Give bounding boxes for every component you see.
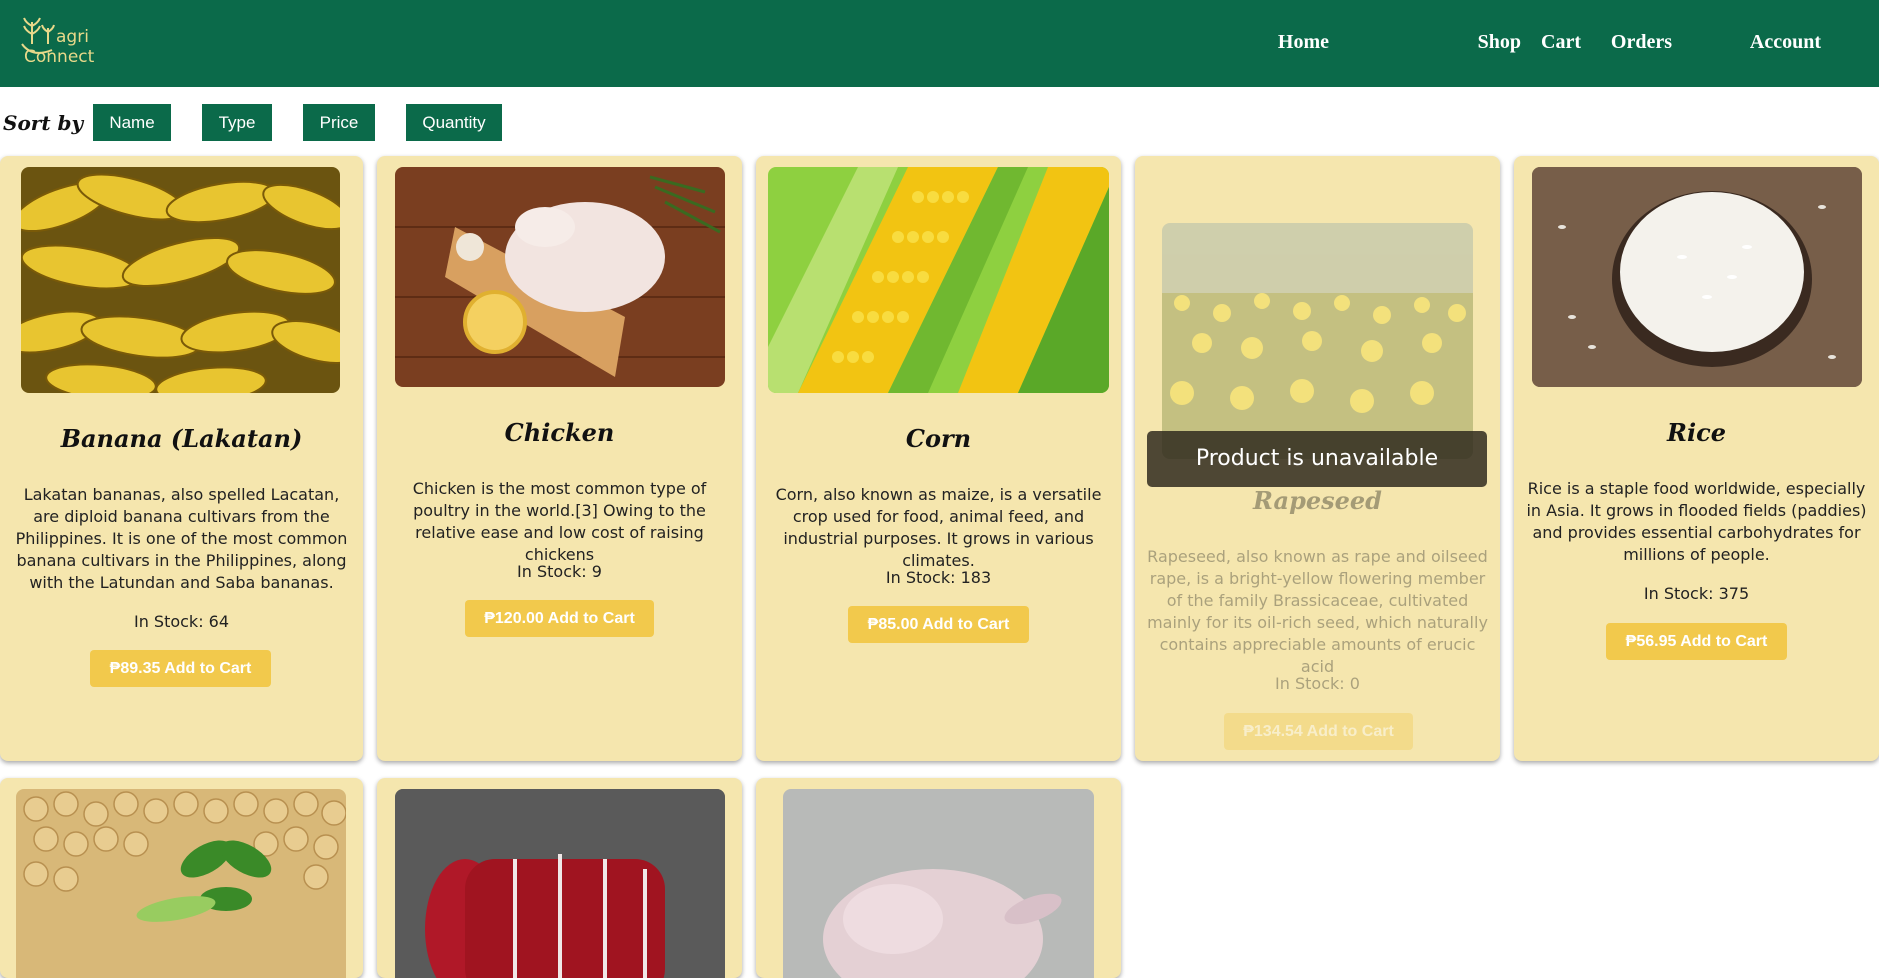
product-image-rapeseed xyxy=(1162,223,1473,459)
svg-text:agri: agri xyxy=(56,27,89,47)
product-name: Rapeseed xyxy=(1253,486,1382,515)
sort-by-type-button[interactable]: Type xyxy=(202,104,272,141)
sort-bar: Sort by Name Type Price Quantity xyxy=(0,104,600,142)
add-to-cart-button[interactable]: ₱56.95 Add to Cart xyxy=(1606,623,1787,660)
product-description: Lakatan bananas, also spelled Lacatan, a… xyxy=(15,485,348,592)
sort-by-name-button[interactable]: Name xyxy=(93,104,171,141)
product-image-corn xyxy=(768,167,1109,393)
nav-shop[interactable]: Shop xyxy=(1478,31,1521,54)
sort-by-price-button[interactable]: Price xyxy=(303,104,375,141)
product-card-chicken: Chicken Chicken is the most common type … xyxy=(377,156,742,761)
sort-by-quantity-button[interactable]: Quantity xyxy=(406,104,502,141)
product-description: Chicken is the most common type of poult… xyxy=(412,479,707,564)
product-stock: In Stock: 375 xyxy=(1643,584,1750,603)
nav-cart[interactable]: Cart xyxy=(1541,31,1581,54)
product-description: Rapeseed, also known as rape and oilseed… xyxy=(1147,547,1488,676)
nav-orders[interactable]: Orders xyxy=(1611,31,1672,54)
product-description: Corn, also known as maize, is a versatil… xyxy=(775,485,1102,570)
product-card-banana: Banana (Lakatan) Lakatan bananas, also s… xyxy=(0,156,363,761)
nav-account[interactable]: Account xyxy=(1750,31,1821,54)
add-to-cart-button[interactable]: ₱85.00 Add to Cart xyxy=(848,606,1029,643)
product-image-banana xyxy=(21,167,340,393)
sort-label: Sort by xyxy=(3,111,84,135)
product-card-rice: Rice Rice is a staple food worldwide, es… xyxy=(1514,156,1879,761)
product-stock: In Stock: 183 xyxy=(885,568,992,587)
product-card-rapeseed: Rapeseed Rapeseed, also known as rape an… xyxy=(1135,156,1500,761)
product-card-poultry xyxy=(756,778,1121,978)
product-name: Rice xyxy=(1667,418,1726,447)
product-unavailable-banner: Product is unavailable xyxy=(1147,431,1487,487)
product-image-beef xyxy=(395,789,725,978)
logo-icon: agri Connect xyxy=(21,17,95,67)
product-card-beef xyxy=(377,778,742,978)
product-stock: In Stock: 64 xyxy=(133,612,230,631)
product-name: Chicken xyxy=(504,418,615,447)
product-image-poultry xyxy=(783,789,1094,978)
add-to-cart-button: ₱134.54 Add to Cart xyxy=(1224,713,1413,750)
product-description: Rice is a staple food worldwide, especia… xyxy=(1526,479,1867,564)
product-image-rice xyxy=(1532,167,1862,387)
agriconnect-logo[interactable]: agri Connect xyxy=(18,14,110,72)
svg-text:Connect: Connect xyxy=(24,47,95,67)
add-to-cart-button[interactable]: ₱120.00 Add to Cart xyxy=(465,600,654,637)
add-to-cart-button[interactable]: ₱89.35 Add to Cart xyxy=(90,650,271,687)
nav-home[interactable]: Home xyxy=(1278,31,1329,54)
product-stock: In Stock: 0 xyxy=(1275,674,1360,693)
product-image-soybean xyxy=(16,789,346,978)
product-stock: In Stock: 9 xyxy=(517,562,602,581)
product-name: Corn xyxy=(905,424,972,453)
product-name: Banana (Lakatan) xyxy=(60,424,303,453)
product-card-corn: Corn Corn, also known as maize, is a ver… xyxy=(756,156,1121,761)
product-image-chicken xyxy=(395,167,725,387)
top-navbar: agri Connect Home Shop Cart Orders Accou… xyxy=(0,0,1879,87)
product-card-soybean xyxy=(0,778,363,978)
